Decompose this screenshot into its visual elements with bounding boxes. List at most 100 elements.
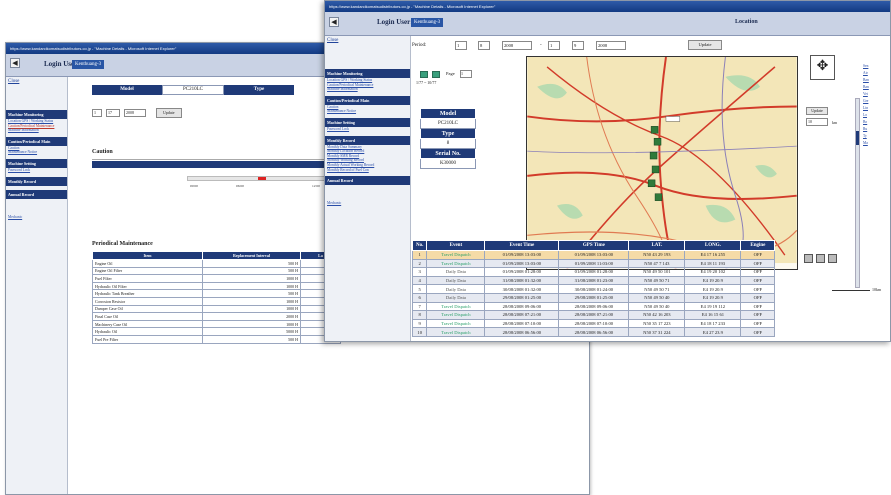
machine-info-table: Model PC210LC Type 8 Serial No. K30000 — [420, 108, 476, 169]
grid-cell: E4 19 20 102 — [684, 267, 742, 277]
map-legend-link[interactable]: Ban — [863, 84, 890, 91]
table-row[interactable]: 3 Daily Data 01/09/2008 01:28:00 01/09/2008… — [411, 267, 776, 277]
zoom-pan-icon[interactable]: ✥ — [810, 55, 835, 80]
grid-cell: 31/08/2008 01:23:00 — [558, 275, 630, 286]
map-legend-link[interactable]: Ban — [863, 77, 890, 84]
grid-cell[interactable]: Travel Dispatch — [426, 258, 486, 269]
grid-cell: OFF — [740, 275, 776, 286]
table-row[interactable]: 8 Travel Dispatch 28/08/2008 07:21:00 28/08… — [411, 310, 776, 320]
grid-cell: 28/08/2008 09:06:00 — [484, 301, 560, 312]
table-row[interactable]: 5 Daily Data 30/08/2008 01:32:00 30/08/2008… — [411, 284, 776, 294]
table-row[interactable]: 10 Travel Dispatch 28/08/2008 06:56:00 28/0… — [411, 327, 776, 337]
back-arrow-icon[interactable]: ◀ — [329, 17, 339, 27]
map-legend-link[interactable]: Bo — [863, 119, 890, 126]
zoom-update-button[interactable]: Update — [806, 107, 828, 115]
map-legend-link[interactable]: Ty — [863, 133, 890, 140]
map-legend-links: Sen Air Ban Ban Vet Gre Lin Lo Bo Ru Ty Ma — [863, 63, 890, 147]
map-legend-link[interactable]: Gre — [863, 98, 890, 105]
table-row[interactable]: 6 Daily Data 29/08/2008 01:25:00 29/08/2008… — [411, 292, 776, 303]
sidebar-annual-record[interactable]: Annual Record — [325, 176, 410, 186]
prev-page-icon[interactable] — [420, 71, 428, 78]
sidebar-monthly-record[interactable]: Monthly Record — [6, 176, 67, 186]
sidebar-link-maintenance-notice[interactable]: Maintenance Notice — [325, 109, 410, 114]
grid-cell: OFF — [740, 284, 776, 294]
pm-header-item: Item — [92, 251, 203, 260]
update-button[interactable]: Update — [156, 108, 182, 118]
grid-cell[interactable]: Daily Data — [426, 292, 486, 303]
grid-cell: 31/08/2008 01:32:00 — [484, 275, 560, 286]
map-print-icon[interactable] — [804, 254, 813, 263]
date-month-select[interactable]: 17 — [106, 109, 120, 117]
map-legend-link[interactable]: Air — [863, 70, 890, 77]
sidebar-link-password-lock[interactable]: Password Lock — [325, 127, 410, 132]
sidebar-link-machine-info[interactable]: Machine Information — [6, 128, 67, 133]
period-label: Period: — [412, 43, 427, 48]
map-legend-link[interactable]: Vet — [863, 91, 890, 98]
pm-interval-cell: 500 H — [202, 266, 301, 276]
sidebar-link-machine-info[interactable]: Machine Information — [325, 87, 410, 92]
sidebar-logout-link[interactable]: Mechanic — [6, 215, 67, 220]
map-legend-link[interactable]: Lo — [863, 112, 890, 119]
grid-cell[interactable]: Daily Data — [426, 267, 486, 277]
map-fullscreen-icon[interactable] — [828, 254, 837, 263]
grid-cell[interactable]: Travel Dispatch — [426, 327, 486, 337]
grid-cell: 01/09/2008 13:03:00 — [558, 250, 630, 260]
table-row[interactable]: 2 Travel Dispatch 01/09/2008 13:03:00 01/09… — [411, 258, 776, 269]
pm-item-cell: Hydraulic Oil Filter — [92, 281, 203, 291]
back-arrow-icon[interactable]: ◀ — [10, 58, 20, 68]
sidebar-annual-record[interactable]: Annual Record — [6, 189, 67, 199]
model-value: PC210LC — [420, 118, 476, 129]
map-legend-link[interactable]: Ru — [863, 126, 890, 133]
pm-interval-cell: 500 H — [202, 334, 301, 344]
table-row[interactable]: 9 Travel Dispatch 28/08/2008 07:10:00 28/08… — [411, 318, 776, 329]
table-row[interactable]: 1 Travel Dispatch 01/09/2008 13:03:00 01/09… — [411, 250, 776, 260]
period-from-day-select[interactable]: 1 — [455, 41, 467, 50]
grid-cell[interactable]: Travel Dispatch — [426, 318, 486, 329]
login-header: ◀ Login User: Kenthuang-3 Location — [325, 12, 890, 36]
sidebar-link-password-lock[interactable]: Password Lock — [6, 168, 67, 173]
grid-cell[interactable]: Travel Dispatch — [426, 250, 486, 260]
zoom-slider-thumb[interactable] — [856, 131, 859, 145]
zoom-slider[interactable] — [855, 98, 860, 288]
table-row[interactable]: 7 Travel Dispatch 28/08/2008 09:06:00 28/08… — [411, 301, 776, 312]
type-label: Type — [224, 85, 294, 95]
caution-timeline — [187, 176, 327, 181]
grid-cell[interactable]: Travel Dispatch — [426, 310, 486, 320]
sidebar-monthly-record[interactable]: Monthly Record — [325, 135, 410, 145]
km-input[interactable]: 10 — [806, 118, 828, 126]
type-value: 8 — [420, 138, 476, 149]
page-select[interactable]: 1 — [460, 70, 472, 78]
map-legend-link[interactable]: Lin — [863, 105, 890, 112]
sidebar-link-monthly-5[interactable]: Monthly Record of Fuel Con — [325, 168, 410, 173]
grid-cell[interactable]: Travel Dispatch — [426, 301, 486, 312]
grid-cell[interactable]: Daily Data — [426, 284, 486, 294]
table-row: Hydraulic Oil Filter 1000 H — [92, 281, 341, 291]
map-legend-link[interactable]: Ma — [863, 140, 890, 147]
sidebar-logout-link[interactable]: Mechanic — [325, 201, 410, 206]
period-from-year-select[interactable]: 2008 — [502, 41, 532, 50]
table-row[interactable]: 4 Daily Data 31/08/2008 01:32:00 31/08/2008… — [411, 275, 776, 286]
period-to-day-select[interactable]: 1 — [548, 41, 560, 50]
period-update-button[interactable]: Update — [688, 40, 722, 50]
grid-header-1: Event — [426, 240, 486, 251]
close-link[interactable]: Close — [325, 36, 410, 45]
map-legend-link[interactable]: Sen — [863, 63, 890, 70]
grid-cell[interactable]: Daily Data — [426, 275, 486, 286]
close-link[interactable]: Close — [6, 77, 67, 86]
grid-cell: 30/08/2008 01:24:00 — [558, 284, 630, 294]
sidebar-section-caution: Caution/Periodical Main — [325, 95, 410, 105]
pm-interval-cell: 1000 H — [202, 274, 301, 283]
period-from-month-select[interactable]: 8 — [478, 41, 490, 50]
period-separator: - — [540, 43, 542, 48]
location-map[interactable] — [526, 56, 798, 270]
map-save-icon[interactable] — [816, 254, 825, 263]
period-to-month-select[interactable]: 9 — [572, 41, 584, 50]
grid-header-0: No. — [411, 240, 428, 251]
table-row: Hydraulic Tank Breather 500 H — [92, 289, 341, 298]
sidebar-link-maintenance-notice[interactable]: Maintenance Notice — [6, 150, 67, 155]
grid-cell: E4 19 20.9 — [684, 292, 742, 303]
period-to-year-select[interactable]: 2008 — [596, 41, 626, 50]
date-day-select[interactable]: 1 — [92, 109, 102, 117]
next-page-icon[interactable] — [432, 71, 440, 78]
date-year-select[interactable]: 2008 — [124, 109, 146, 117]
